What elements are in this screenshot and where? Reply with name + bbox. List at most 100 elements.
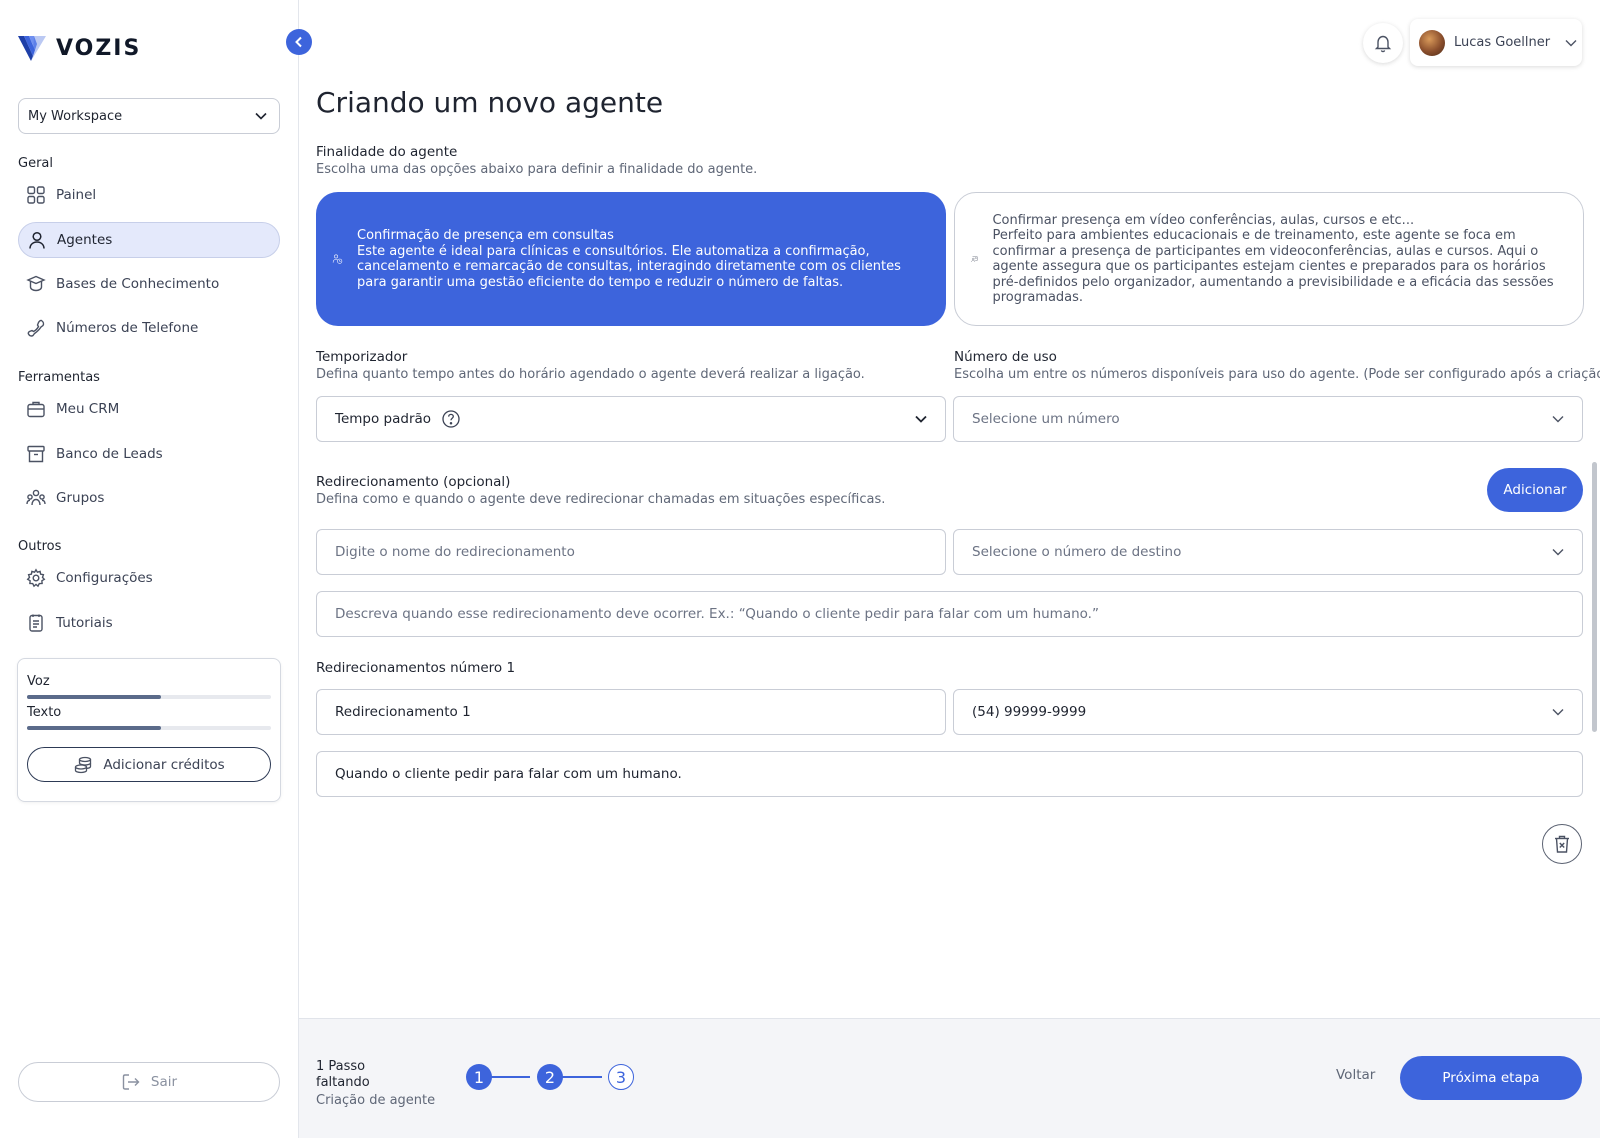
gear-icon — [26, 568, 46, 588]
sidebar-item-banco-leads[interactable]: Banco de Leads — [18, 436, 280, 472]
section-outros: Outros — [18, 539, 62, 554]
usage-number-select[interactable]: Selecione um número — [953, 396, 1583, 442]
sidebar-item-tutoriais[interactable]: Tutoriais — [18, 605, 280, 641]
user-menu[interactable]: Lucas Goellner — [1410, 19, 1582, 66]
sidebar-item-bases[interactable]: Bases de Conhecimento — [18, 266, 280, 302]
step-1: 1 — [466, 1064, 492, 1090]
phone-icon — [27, 319, 45, 337]
collapse-sidebar-button[interactable] — [286, 29, 312, 55]
add-credits-button[interactable]: Adicionar créditos — [27, 747, 271, 782]
redirect-title: Redirecionamento (opcional) — [316, 474, 511, 490]
sidebar: VOZIS My Workspace Geral Painel Agentes … — [0, 0, 299, 1138]
help-circle-icon[interactable] — [441, 409, 461, 429]
sidebar-item-label: Bases de Conhecimento — [56, 276, 220, 292]
wizard-footer: 1 Passo faltando Criação de agente 1 2 3… — [299, 1018, 1600, 1138]
redirect-item-number: (54) 99999-9999 — [972, 704, 1087, 720]
purpose-option-title: Confirmar presença em vídeo conferências… — [992, 212, 1415, 228]
users-icon — [26, 489, 46, 506]
briefcase-icon — [27, 401, 45, 418]
logo: VOZIS — [18, 34, 141, 62]
sidebar-item-numeros[interactable]: Números de Telefone — [18, 310, 280, 346]
next-step-button[interactable]: Próxima etapa — [1400, 1056, 1582, 1100]
section-geral: Geral — [18, 156, 53, 171]
steps-status: 1 Passo faltando Criação de agente — [316, 1059, 435, 1109]
notifications-button[interactable] — [1363, 23, 1403, 63]
purpose-title: Finalidade do agente — [316, 144, 458, 160]
archive-icon — [27, 445, 45, 463]
page-title: Criando um novo agente — [316, 86, 664, 119]
sidebar-item-painel[interactable]: Painel — [18, 177, 280, 213]
redirect-name-placeholder: Digite o nome do redirecionamento — [335, 544, 575, 560]
text-credit-fill — [27, 726, 162, 730]
logout-label: Sair — [150, 1074, 178, 1090]
text-credit-bar — [27, 726, 271, 730]
usage-number-placeholder: Selecione um número — [972, 411, 1120, 427]
sidebar-item-label: Configurações — [56, 570, 153, 586]
coins-icon — [75, 756, 92, 773]
purpose-option-description: Perfeito para ambientes educacionais e d… — [992, 228, 1554, 305]
usage-number-subtitle: Escolha um entre os números disponíveis … — [954, 367, 1600, 382]
timer-title: Temporizador — [316, 349, 408, 365]
chevron-down-icon — [915, 415, 927, 423]
database-icon — [26, 275, 46, 292]
chevron-left-icon — [295, 36, 302, 48]
sidebar-item-label: Meu CRM — [56, 401, 120, 417]
redirect-item-name: Redirecionamento 1 — [335, 704, 471, 720]
section-ferramentas: Ferramentas — [18, 370, 100, 385]
credits-panel: Voz Texto Adicionar créditos — [17, 658, 281, 802]
text-credit-label: Texto — [27, 705, 62, 720]
sidebar-item-label: Banco de Leads — [56, 446, 163, 462]
step-2: 2 — [537, 1064, 563, 1090]
chevron-down-icon — [255, 112, 267, 120]
sidebar-item-configuracoes[interactable]: Configurações — [18, 560, 280, 596]
voice-credit-label: Voz — [27, 674, 50, 689]
vozis-logo-icon — [18, 36, 46, 61]
back-button[interactable]: Voltar — [1336, 1067, 1375, 1083]
redirect-item-description: Quando o cliente pedir para falar com um… — [335, 766, 682, 782]
logout-button[interactable]: Sair — [18, 1062, 280, 1102]
chevron-down-icon — [1552, 416, 1564, 423]
sidebar-item-label: Painel — [56, 187, 97, 203]
presentation-user-icon — [971, 256, 978, 263]
sidebar-item-label: Tutoriais — [56, 615, 113, 631]
redirect-item-name-input[interactable]: Redirecionamento 1 — [316, 689, 946, 735]
voice-credit-bar — [27, 695, 271, 699]
grid-icon — [27, 186, 45, 204]
sidebar-item-label: Agentes — [57, 232, 113, 248]
voice-credit-fill — [27, 695, 162, 699]
sidebar-item-meu-crm[interactable]: Meu CRM — [18, 391, 280, 427]
sidebar-item-grupos[interactable]: Grupos — [18, 480, 280, 516]
delete-redirect-button[interactable] — [1542, 824, 1582, 864]
purpose-subtitle: Escolha uma das opções abaixo para defin… — [316, 162, 758, 177]
redirect-name-input[interactable]: Digite o nome do redirecionamento — [316, 529, 946, 575]
workspace-select[interactable]: My Workspace — [18, 98, 280, 134]
user-icon — [29, 231, 45, 249]
add-redirect-button[interactable]: Adicionar — [1487, 468, 1583, 512]
bell-icon — [1374, 35, 1392, 53]
document-icon — [29, 614, 43, 632]
sidebar-item-agentes[interactable]: Agentes — [18, 222, 280, 258]
redirect-destination-select[interactable]: Selecione o número de destino — [953, 529, 1583, 575]
user-name: Lucas Goellner — [1454, 35, 1551, 50]
purpose-option-description: Este agente é ideal para clínicas e cons… — [357, 243, 901, 290]
user-clock-icon — [332, 254, 343, 264]
purpose-option-videoconferencias[interactable]: Confirmar presença em vídeo conferências… — [954, 192, 1584, 326]
redirect-description-input[interactable]: Descreva quando esse redirecionamento de… — [316, 591, 1583, 637]
step-name: Criação de agente — [316, 1093, 436, 1108]
steps-left: 1 Passo — [316, 1059, 366, 1074]
timer-select[interactable]: Tempo padrão — [316, 396, 946, 442]
timer-subtitle: Defina quanto tempo antes do horário age… — [316, 367, 865, 382]
add-credits-label: Adicionar créditos — [103, 756, 225, 773]
redirect-subtitle: Defina como e quando o agente deve redir… — [316, 492, 886, 507]
logo-text: VOZIS — [56, 35, 142, 61]
redirect-list-title: Redirecionamentos número 1 — [316, 660, 516, 676]
redirect-destination-placeholder: Selecione o número de destino — [972, 544, 1182, 560]
usage-number-title: Número de uso — [954, 349, 1057, 365]
main-scrollbar[interactable] — [1592, 462, 1597, 732]
purpose-option-consultas[interactable]: Confirmação de presença em consultas Est… — [316, 192, 946, 326]
redirect-item-description-input[interactable]: Quando o cliente pedir para falar com um… — [316, 751, 1583, 797]
chevron-down-icon — [1565, 39, 1577, 46]
timer-value: Tempo padrão — [335, 411, 432, 427]
sidebar-item-label: Números de Telefone — [56, 320, 199, 336]
redirect-item-number-select[interactable]: (54) 99999-9999 — [953, 689, 1583, 735]
